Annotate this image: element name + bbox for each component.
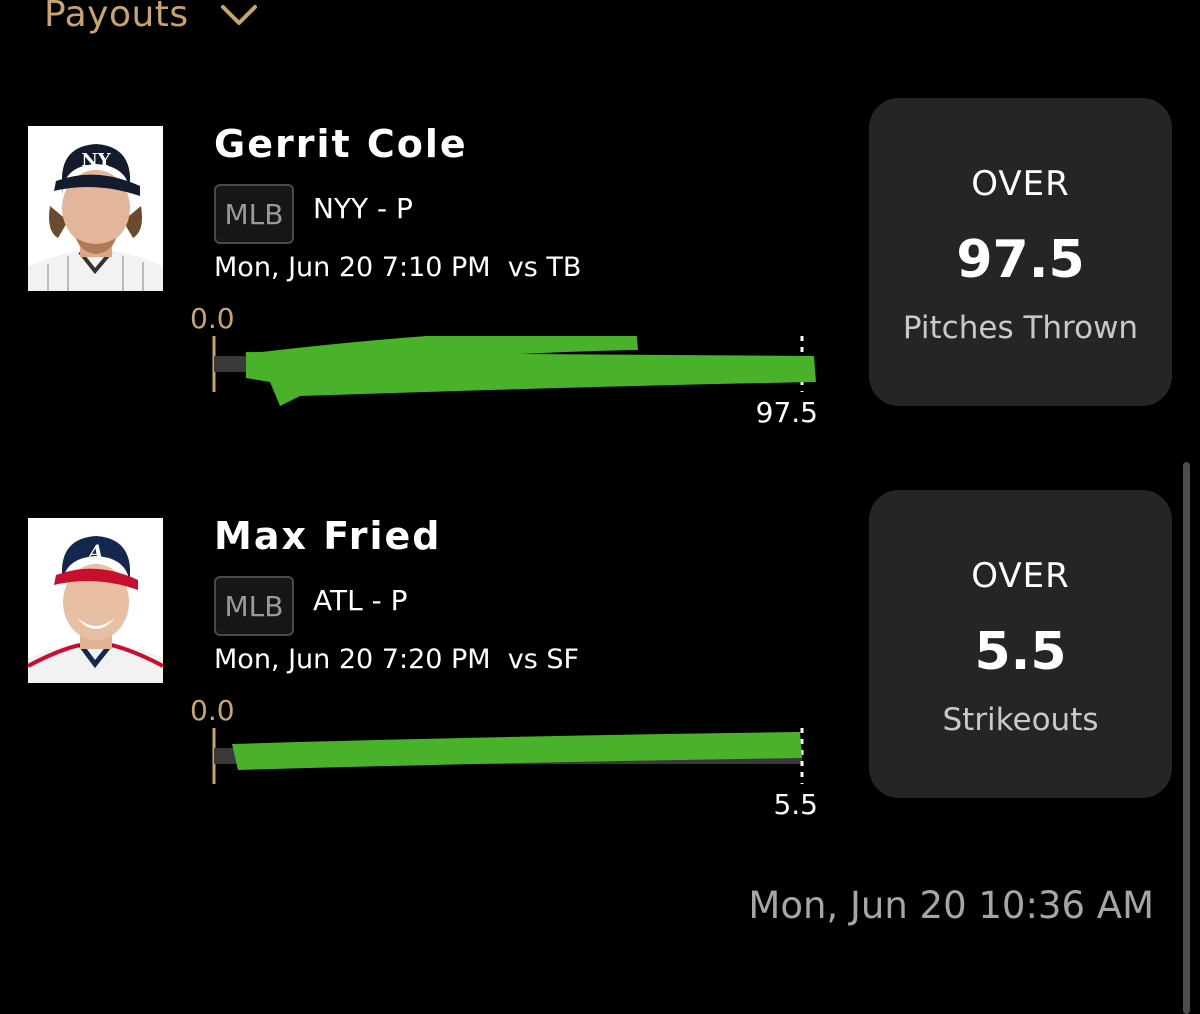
payouts-label: Payouts [44,0,189,35]
player-avatar: A [28,518,163,683]
svg-text:NY: NY [81,150,111,171]
progress-start-value: 0.0 [190,302,235,335]
pick-card-max-fried: A Max Fried MLB ATL - P Mon, Jun 20 7:20… [0,490,1200,828]
pick-card-gerrit-cole: NY Gerrit Cole MLB NYY - P Mon, Jun 20 7… [0,98,1200,436]
line-card[interactable]: OVER 5.5 Strikeouts [869,490,1172,798]
svg-text:A: A [86,540,104,564]
progress-target-value: 5.5 [773,788,818,821]
scrollbar[interactable] [1183,462,1190,1014]
player-headshot-yankees-icon: NY [28,126,163,291]
player-headshot-braves-icon: A [28,518,163,683]
line-value: 97.5 [956,230,1085,290]
team-position: NYY - P [313,192,413,225]
line-card[interactable]: OVER 97.5 Pitches Thrown [869,98,1172,406]
player-avatar: NY [28,126,163,291]
entry-timestamp: Mon, Jun 20 10:36 AM [748,884,1154,927]
player-name: Gerrit Cole [214,122,468,166]
line-direction: OVER [971,164,1070,204]
line-stat: Strikeouts [942,702,1099,738]
player-name: Max Fried [214,514,442,558]
line-direction: OVER [971,556,1070,596]
line-value: 5.5 [974,622,1067,682]
chevron-down-icon[interactable] [219,2,259,28]
team-position: ATL - P [313,584,408,617]
game-time: Mon, Jun 20 7:10 PM vs TB [214,252,582,283]
league-badge: MLB [214,184,294,244]
line-stat: Pitches Thrown [902,310,1139,346]
league-badge: MLB [214,576,294,636]
payouts-header[interactable]: Payouts [44,0,259,35]
progress-target-value: 97.5 [755,396,818,429]
progress-start-value: 0.0 [190,694,235,727]
game-time: Mon, Jun 20 7:20 PM vs SF [214,644,580,675]
